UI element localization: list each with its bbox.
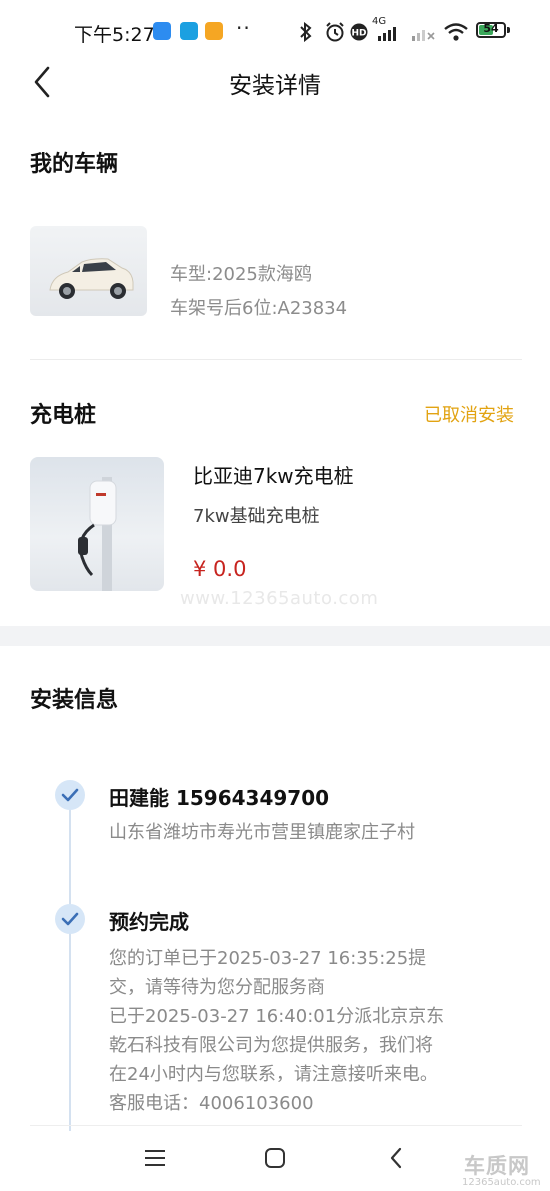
vehicle-model: 车型:2025款海鸥 [170, 264, 312, 285]
signal-weak-icon [412, 30, 435, 41]
wifi-icon [444, 23, 468, 41]
vehicle-image [30, 226, 147, 316]
step-detail-line: 您的订单已于2025-03-27 16:35:25提 [109, 948, 427, 969]
install-info-title: 安装信息 [30, 688, 119, 713]
battery-icon: 54 [476, 22, 506, 38]
charger-name: 比亚迪7kw充电桩 [193, 464, 354, 488]
more-notifications-icon: ·· [236, 16, 251, 40]
hd-icon: HD [350, 23, 368, 41]
timeline-line [69, 806, 71, 1131]
nav-divider [30, 1125, 522, 1126]
section-divider [30, 359, 522, 360]
section-separator [0, 626, 550, 646]
charger-image[interactable] [30, 457, 164, 591]
step-detail-line: 乾石科技有限公司为您提供服务，我们将 [109, 1035, 433, 1056]
watermark-text: www.12365auto.com [180, 588, 379, 609]
step-detail-line: 在24小时内与您联系，请注意接听来电。 [109, 1064, 438, 1085]
install-address: 山东省潍坊市寿光市营里镇鹿家庄子村 [109, 822, 415, 843]
status-bar: 下午5:27 ·· HD 4G 54 [0, 0, 550, 62]
installer-contact: 田建能 15964349700 [109, 786, 330, 810]
page-title: 安装详情 [229, 73, 321, 99]
customer-service-phone[interactable]: 客服电话：4006103600 [109, 1089, 314, 1118]
timeline-check-icon [55, 904, 85, 934]
timeline-check-icon [55, 780, 85, 810]
app-notification-icon [153, 22, 171, 40]
site-logo: 车质网 12365auto.com [462, 1154, 541, 1188]
home-icon[interactable] [263, 1143, 287, 1173]
alarm-icon [326, 22, 344, 42]
battery-tip [507, 27, 510, 33]
signal-icon [378, 27, 396, 41]
step-detail-line: 已于2025-03-27 16:40:01分派北京京东 [109, 1006, 445, 1027]
bluetooth-icon [300, 22, 312, 42]
vehicle-vin: 车架号后6位:A23834 [170, 298, 348, 319]
menu-icon[interactable] [143, 1143, 167, 1173]
message-notification-icon [205, 22, 223, 40]
charger-section-title: 充电桩 [30, 403, 97, 428]
charger-price: ¥ 0.0 [193, 557, 247, 581]
vehicle-section-title: 我的车辆 [30, 152, 119, 177]
step-detail-line: 交，请等待为您分配服务商 [109, 977, 325, 998]
app-notification-icon [180, 22, 198, 40]
status-time: 下午5:27 [74, 24, 155, 46]
install-status-badge: 已取消安装 [424, 405, 514, 426]
step-title: 预约完成 [109, 910, 189, 934]
charger-description: 7kw基础充电桩 [193, 506, 320, 527]
svg-text:HD: HD [351, 29, 366, 39]
back-nav-icon[interactable] [385, 1143, 409, 1173]
